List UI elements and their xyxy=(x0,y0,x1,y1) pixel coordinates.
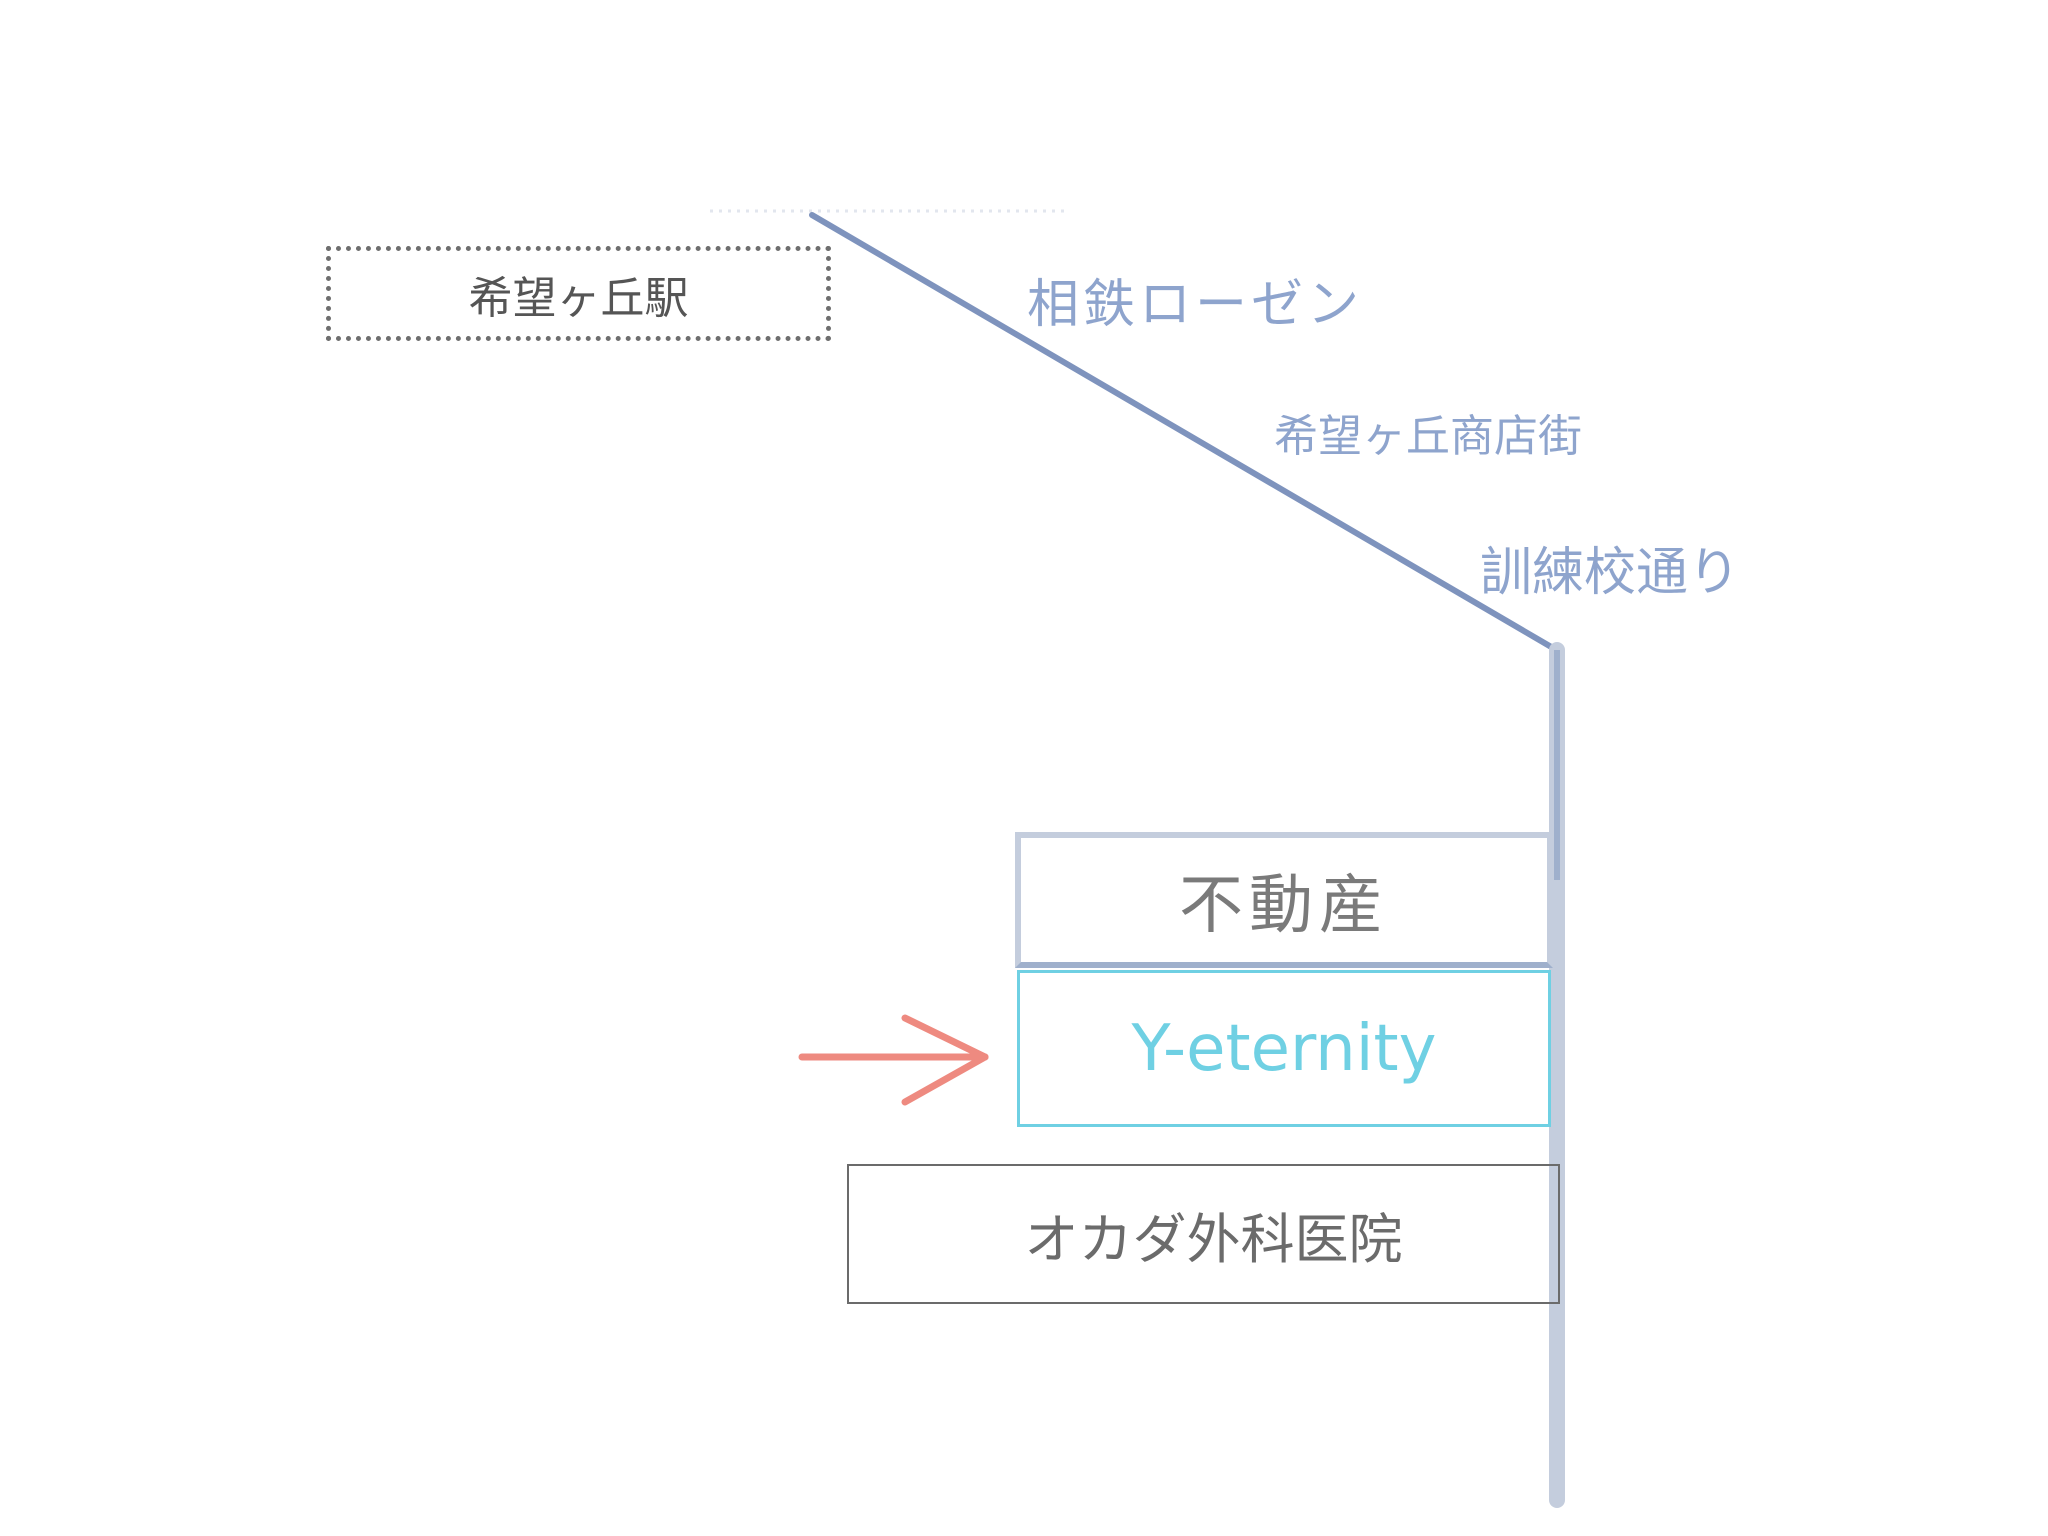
arrow-right-icon xyxy=(798,1014,989,1106)
real-estate-label: 不動産 xyxy=(1179,869,1389,943)
real-estate-box: 不動産 xyxy=(1015,832,1553,968)
road-layer xyxy=(710,209,1565,1508)
station-label: 希望ヶ丘駅 xyxy=(468,272,689,324)
station-box: 希望ヶ丘駅 xyxy=(326,246,831,341)
target-location-box: Y-eternity xyxy=(1017,970,1551,1127)
clinic-box: オカダ外科医院 xyxy=(847,1164,1560,1304)
access-map: 相鉄ローゼン 希望ヶ丘商店街 訓練校通り 希望ヶ丘駅 不動産 Y-eternit… xyxy=(0,0,2048,1536)
shopping-street-label: 希望ヶ丘商店街 xyxy=(1274,411,1582,462)
training-school-road-label: 訓練校通り xyxy=(1480,543,1741,603)
clinic-label: オカダ外科医院 xyxy=(1024,1207,1403,1271)
target-location-label: Y-eternity xyxy=(1131,1011,1437,1086)
railway-road-label: 相鉄ローゼン xyxy=(1027,275,1364,335)
